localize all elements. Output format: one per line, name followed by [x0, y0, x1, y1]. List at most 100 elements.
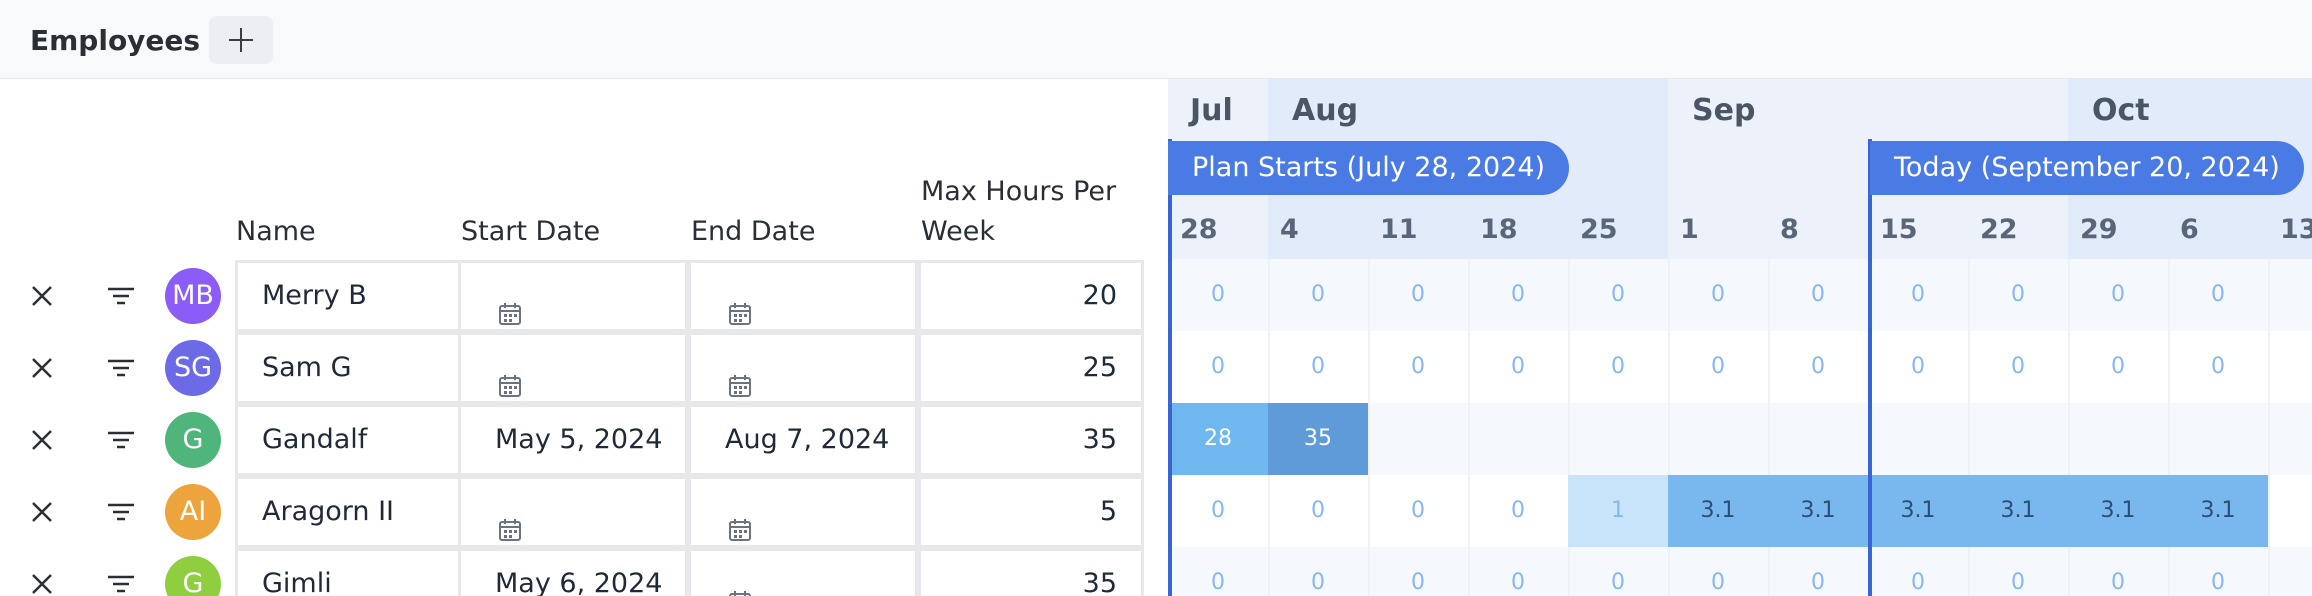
timeline-cell[interactable]: 0 — [1768, 547, 1868, 596]
max-hours-field[interactable]: 5 — [918, 476, 1144, 548]
timeline-cell[interactable]: 0 — [1368, 259, 1468, 331]
timeline-cell[interactable]: 0 — [2068, 331, 2168, 403]
timeline-cell[interactable]: 0 — [1968, 547, 2068, 596]
plan-start-line — [1168, 139, 1172, 596]
timeline-cell[interactable]: 0 — [1768, 259, 1868, 331]
calendar-icon[interactable] — [727, 286, 753, 325]
calendar-icon[interactable] — [497, 286, 523, 325]
timeline-cell[interactable]: 0 — [1268, 331, 1368, 403]
timeline-cell[interactable]: 3.1 — [1768, 475, 1868, 547]
timeline-cell[interactable]: 0 — [1368, 475, 1468, 547]
end-date-field[interactable] — [688, 260, 918, 332]
filter-icon[interactable] — [107, 430, 135, 450]
timeline-cell[interactable]: 0 — [2068, 547, 2168, 596]
timeline-cell[interactable]: 0 — [1468, 331, 1568, 403]
calendar-icon[interactable] — [727, 574, 753, 596]
start-date-field[interactable]: May 5, 2024 — [458, 404, 688, 476]
name-field[interactable]: Gimli — [235, 548, 461, 596]
end-date-value: Aug 7, 2024 — [725, 424, 890, 455]
end-date-field[interactable] — [688, 476, 918, 548]
timeline-cell[interactable]: 0 — [1868, 547, 1968, 596]
timeline-cell[interactable]: 0 — [1668, 547, 1768, 596]
timeline-cell[interactable]: 0 — [1468, 547, 1568, 596]
timeline-cell[interactable]: 0 — [1668, 331, 1768, 403]
max-hours-field[interactable]: 35 — [918, 548, 1144, 596]
timeline-cell[interactable]: 0 — [2168, 259, 2268, 331]
filter-icon[interactable] — [107, 574, 135, 594]
close-icon[interactable] — [30, 428, 54, 452]
close-icon[interactable] — [30, 500, 54, 524]
close-icon[interactable] — [30, 572, 54, 596]
month-label-oct: Oct — [2092, 93, 2150, 128]
timeline-cell[interactable]: 0 — [1968, 331, 2068, 403]
start-date-value: May 5, 2024 — [495, 424, 663, 455]
max-hours-field[interactable]: 20 — [918, 260, 1144, 332]
timeline-cell[interactable]: 0 — [1168, 547, 1268, 596]
avatar: AI — [165, 484, 221, 540]
calendar-icon[interactable] — [727, 502, 753, 541]
timeline-cell[interactable]: 0 — [1568, 547, 1668, 596]
timeline-cell[interactable]: 0 — [1168, 475, 1268, 547]
filter-icon[interactable] — [107, 358, 135, 378]
week-label: 29 — [2080, 214, 2118, 245]
timeline-cell[interactable]: 3.1 — [2168, 475, 2268, 547]
timeline-cell[interactable]: 3.1 — [2068, 475, 2168, 547]
name-field[interactable]: Gandalf — [235, 404, 461, 476]
filter-icon[interactable] — [107, 502, 135, 522]
timeline-cell[interactable]: 0 — [1368, 331, 1468, 403]
timeline-cell[interactable]: 0 — [1368, 547, 1468, 596]
timeline-cell[interactable]: 3.1 — [1868, 475, 1968, 547]
top-bar: Employees — [0, 0, 2312, 79]
calendar-icon[interactable] — [497, 358, 523, 397]
timeline-cell[interactable]: 0 — [2068, 259, 2168, 331]
timeline-cell[interactable]: 0 — [1568, 331, 1668, 403]
end-date-field[interactable] — [688, 548, 918, 596]
timeline-cell[interactable]: 0 — [1268, 547, 1368, 596]
end-date-field[interactable]: Aug 7, 2024 — [688, 404, 918, 476]
week-label: 28 — [1180, 214, 1218, 245]
timeline-cell[interactable]: 0 — [1468, 259, 1568, 331]
timeline-cell[interactable]: 3.1 — [1668, 475, 1768, 547]
week-label: 1 — [1680, 214, 1699, 245]
name-field[interactable]: Aragorn II — [235, 476, 461, 548]
timeline-cell[interactable]: 0 — [1668, 259, 1768, 331]
timeline-cell[interactable]: 0 — [1468, 475, 1568, 547]
timeline-cell[interactable]: 28 — [1168, 403, 1268, 475]
timeline-cell[interactable]: 0 — [1968, 259, 2068, 331]
start-date-field[interactable] — [458, 476, 688, 548]
calendar-icon[interactable] — [727, 358, 753, 397]
week-label: 11 — [1380, 214, 1418, 245]
add-tab-button[interactable] — [209, 16, 273, 64]
timeline-cell[interactable]: 3.1 — [1968, 475, 2068, 547]
start-date-field[interactable] — [458, 260, 688, 332]
today-marker: Today (September 20, 2024) — [1870, 141, 2304, 195]
max-hours-field[interactable]: 35 — [918, 404, 1144, 476]
timeline-cell[interactable]: 0 — [1268, 259, 1368, 331]
end-date-field[interactable] — [688, 332, 918, 404]
filter-icon[interactable] — [107, 286, 135, 306]
timeline-cell[interactable]: 0 — [1168, 331, 1268, 403]
max-hours-field[interactable]: 25 — [918, 332, 1144, 404]
employees-tab-title[interactable]: Employees — [30, 24, 200, 57]
today-line — [1868, 139, 1872, 596]
timeline-cell[interactable]: 1 — [1568, 475, 1668, 547]
name-field[interactable]: Merry B — [235, 260, 461, 332]
timeline-cell[interactable]: 0 — [1868, 331, 1968, 403]
timeline-cell[interactable]: 0 — [2168, 331, 2268, 403]
month-label-jul: Jul — [1190, 93, 1233, 128]
avatar: G — [165, 412, 221, 468]
close-icon[interactable] — [30, 284, 54, 308]
close-icon[interactable] — [30, 356, 54, 380]
timeline-cell[interactable]: 0 — [1868, 259, 1968, 331]
timeline-cell[interactable]: 0 — [1268, 475, 1368, 547]
calendar-icon[interactable] — [497, 502, 523, 541]
start-date-field[interactable] — [458, 332, 688, 404]
employee-row: AI Aragorn II 5 — [0, 476, 1160, 548]
timeline-cell[interactable]: 35 — [1268, 403, 1368, 475]
timeline-cell[interactable]: 0 — [1568, 259, 1668, 331]
start-date-field[interactable]: May 6, 2024 — [458, 548, 688, 596]
timeline-cell[interactable]: 0 — [1168, 259, 1268, 331]
name-field[interactable]: Sam G — [235, 332, 461, 404]
timeline-cell[interactable]: 0 — [2168, 547, 2268, 596]
timeline-cell[interactable]: 0 — [1768, 331, 1868, 403]
